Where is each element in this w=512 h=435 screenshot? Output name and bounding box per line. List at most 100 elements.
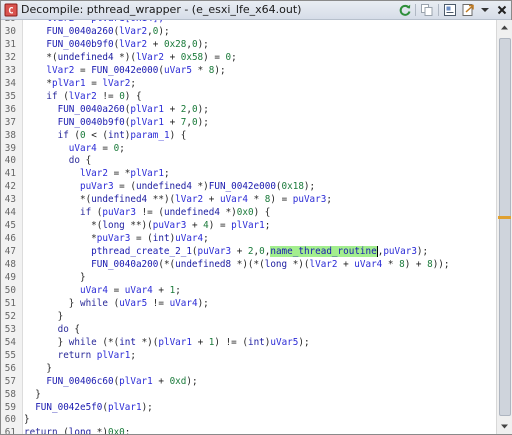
code-line[interactable]: 30 FUN_0040a260(lVar2,0); — [1, 26, 496, 39]
code-text[interactable]: } while (uVar5 != uVar4); — [24, 298, 209, 311]
code-text[interactable]: puVar3 = (undefined4 *)FUN_0042e000(0x18… — [24, 181, 315, 194]
code-text[interactable]: FUN_0042e5f0(plVar1); — [24, 402, 153, 415]
code-line[interactable]: 52 } — [1, 311, 496, 324]
code-line[interactable]: 40 do { — [1, 155, 496, 168]
code-line[interactable]: 59 FUN_0042e5f0(plVar1); — [1, 402, 496, 415]
code-token[interactable]: puVar3 — [293, 194, 327, 205]
copy-button[interactable] — [419, 2, 435, 18]
code-line[interactable]: 43 *(undefined4 **)(lVar2 + uVar4 * 8) =… — [1, 194, 496, 207]
close-button[interactable] — [494, 2, 510, 18]
code-token[interactable]: FUN_00406c60 — [46, 376, 113, 387]
code-line[interactable]: 38 if (0 < (int)param_1) { — [1, 130, 496, 143]
code-line[interactable]: 47 pthread_create_2_1(puVar3 + 2,0,name_… — [1, 246, 496, 259]
code-line[interactable]: 42 puVar3 = (undefined4 *)FUN_0042e000(0… — [1, 181, 496, 194]
code-text[interactable]: FUN_0040a260(plVar1 + 2,0); — [24, 104, 209, 117]
code-line[interactable]: 37 FUN_0040b9f0(plVar1 + 7,0); — [1, 117, 496, 130]
code-text[interactable]: if (puVar3 != (undefined4 *)0x0) { — [24, 207, 270, 220]
refresh-button[interactable] — [397, 2, 413, 18]
code-token[interactable]: puVar3 — [198, 246, 232, 257]
code-text[interactable]: FUN_00406c60(plVar1 + 0xd); — [24, 376, 197, 389]
code-token[interactable]: plVar1 — [97, 350, 131, 361]
code-line[interactable]: 48 FUN_0040a200(*(undefined8 *)(*(long *… — [1, 259, 496, 272]
code-token[interactable]: plVar1 — [108, 402, 142, 413]
code-line[interactable]: 44 if (puVar3 != (undefined4 *)0x0) { — [1, 207, 496, 220]
code-text[interactable]: *(undefined4 *)(lVar2 + 0x58) = 0; — [24, 52, 236, 65]
vertical-scrollbar[interactable] — [496, 20, 512, 434]
code-line[interactable]: 34 *plVar1 = lVar2; — [1, 78, 496, 91]
code-token[interactable]: FUN_0042e000 — [91, 65, 158, 76]
code-line[interactable]: 55 return plVar1; — [1, 350, 496, 363]
code-token[interactable]: puVar3 — [80, 181, 114, 192]
scroll-down-button[interactable] — [497, 419, 512, 434]
code-token[interactable]: plVar1 — [52, 78, 86, 89]
code-text[interactable]: if (0 < (int)param_1) { — [24, 130, 187, 143]
code-token[interactable]: FUN_0040a200 — [91, 259, 158, 270]
code-token[interactable]: uVar5 — [119, 298, 147, 309]
code-token[interactable]: FUN_0040b9f0 — [46, 39, 113, 50]
code-token[interactable]: lVar2 = plVar1[0x14]; — [24, 20, 164, 24]
code-text[interactable]: if (lVar2 != 0) { — [24, 91, 141, 104]
code-token[interactable]: FUN_0040a260 — [46, 26, 113, 37]
code-token[interactable]: puVar3 — [102, 207, 136, 218]
code-line[interactable]: 49 } — [1, 272, 496, 285]
code-text[interactable]: *plVar1 = lVar2; — [24, 78, 136, 91]
code-token[interactable]: puVar3 — [383, 246, 417, 257]
code-line[interactable]: 54 } while (*(int *)(plVar1 + 1) != (int… — [1, 337, 496, 350]
code-token[interactable]: uVar4 — [69, 143, 97, 154]
code-token[interactable]: lVar2 — [119, 26, 147, 37]
code-line[interactable]: 41 lVar2 = *plVar1; — [1, 168, 496, 181]
code-token[interactable]: lVar2 — [80, 168, 108, 179]
scroll-up-button[interactable] — [497, 20, 512, 35]
code-line[interactable]: 39 uVar4 = 0; — [1, 143, 496, 156]
code-token[interactable]: puVar3 — [153, 220, 187, 231]
code-text[interactable]: } — [24, 272, 86, 285]
code-line[interactable]: 33 lVar2 = FUN_0042e000(uVar5 * 8); — [1, 65, 496, 78]
code-line[interactable]: 46 *puVar3 = (int)uVar4; — [1, 233, 496, 246]
decompiler-code-view[interactable]: 29 lVar2 = plVar1[0x14];30 FUN_0040a260(… — [1, 20, 496, 434]
code-text[interactable]: *(undefined4 **)(lVar2 + uVar4 * 8) = pu… — [24, 194, 332, 207]
code-line[interactable]: 35 if (lVar2 != 0) { — [1, 91, 496, 104]
code-token[interactable]: plVar1 — [130, 168, 164, 179]
code-token[interactable]: uVar4 — [354, 259, 382, 270]
code-token[interactable]: uVar4 — [125, 285, 153, 296]
code-token[interactable]: lVar2 — [102, 78, 130, 89]
code-token[interactable]: puVar3 — [97, 233, 131, 244]
code-token[interactable]: lVar2 — [119, 39, 147, 50]
highlighted-symbol[interactable]: name_thread_routine — [270, 246, 377, 258]
code-token[interactable]: plVar1 — [130, 104, 164, 115]
code-line[interactable]: 32 *(undefined4 *)(lVar2 + 0x58) = 0; — [1, 52, 496, 65]
code-token[interactable]: lVar2 — [136, 52, 164, 63]
code-text[interactable]: lVar2 = *plVar1; — [24, 168, 170, 181]
code-text[interactable]: *(long **)(puVar3 + 4) = plVar1; — [24, 220, 270, 233]
code-text[interactable]: FUN_0040a260(lVar2,0); — [24, 26, 169, 39]
code-line[interactable]: 57 FUN_00406c60(plVar1 + 0xd); — [1, 376, 496, 389]
code-token[interactable]: plVar1 — [231, 220, 265, 231]
code-token[interactable]: lVar2 — [46, 65, 74, 76]
code-text[interactable]: do { — [24, 155, 91, 168]
code-text[interactable]: uVar4 = 0; — [24, 143, 125, 156]
code-token[interactable]: param_1 — [130, 130, 169, 141]
code-text[interactable]: } — [24, 363, 52, 376]
code-text[interactable]: } while (*(int *)(plVar1 + 1) != (int)uV… — [24, 337, 310, 350]
code-token[interactable]: uVar4 — [220, 194, 248, 205]
code-token[interactable]: plVar1 — [130, 117, 164, 128]
code-token[interactable]: FUN_0040b9f0 — [58, 117, 125, 128]
code-text[interactable]: } — [24, 389, 41, 402]
code-token[interactable]: uVar4 — [175, 233, 203, 244]
code-line[interactable]: 36 FUN_0040a260(plVar1 + 2,0); — [1, 104, 496, 117]
code-text[interactable]: uVar4 = uVar4 + 1; — [24, 285, 181, 298]
code-text[interactable]: return (long *)0x0; — [24, 427, 130, 434]
code-line[interactable]: 50 uVar4 = uVar4 + 1; — [1, 285, 496, 298]
code-text[interactable]: pthread_create_2_1(puVar3 + 2,0,name_thr… — [24, 246, 428, 259]
code-token[interactable]: FUN_0040a260 — [58, 104, 125, 115]
code-token[interactable]: uVar4 — [170, 298, 198, 309]
code-line[interactable]: 61 return (long *)0x0; — [1, 427, 496, 434]
code-text[interactable]: } — [24, 414, 30, 427]
scrollbar-thumb[interactable] — [499, 38, 511, 416]
code-token[interactable]: uVar5 — [164, 65, 192, 76]
code-line[interactable]: 53 do { — [1, 324, 496, 337]
code-line[interactable]: 51 } while (uVar5 != uVar4); — [1, 298, 496, 311]
code-token[interactable]: uVar5 — [270, 337, 298, 348]
code-token[interactable]: pthread_create_2_1 — [91, 246, 192, 257]
snapshot-button[interactable] — [442, 2, 458, 18]
